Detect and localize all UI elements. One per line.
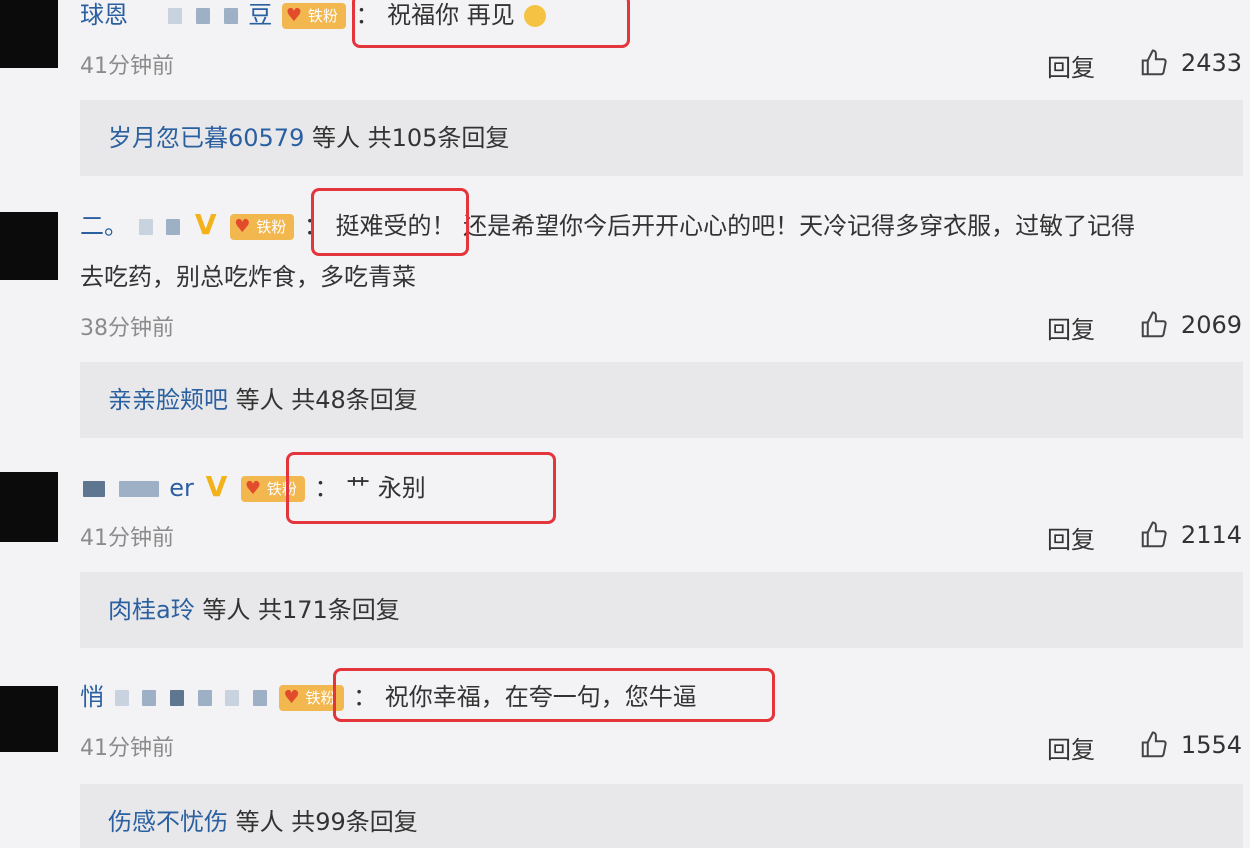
avatar[interactable] (0, 686, 58, 752)
reply-names[interactable]: 伤感不忧伤 (108, 808, 228, 836)
comment-time: 38分钟前 (80, 316, 174, 341)
reply-button[interactable]: 回复 (1047, 48, 1095, 83)
like-count: 1554 (1180, 731, 1242, 759)
like-count: 2433 (1180, 49, 1242, 77)
avatar[interactable] (0, 212, 58, 280)
blurred-username (195, 8, 210, 24)
blurred-username (118, 481, 159, 497)
reply-summary[interactable]: 岁月忽已暮60579 等人 共105条回复 (80, 100, 1243, 176)
avatar[interactable] (0, 0, 58, 68)
comment-text-line2: 去吃药，别总吃炸食，多吃青菜 (80, 263, 416, 291)
like-button[interactable]: 2069 (1139, 310, 1242, 340)
verified-badge: V (194, 208, 217, 241)
username[interactable]: 球恩 (80, 1, 128, 29)
reply-count: 等人 共99条回复 (235, 808, 418, 836)
highlight-box (286, 452, 556, 524)
like-button[interactable]: 2114 (1139, 520, 1242, 550)
reply-button[interactable]: 回复 (1047, 310, 1095, 345)
fan-badge: 铁粉 (281, 3, 346, 29)
blurred-username (114, 690, 129, 706)
highlight-box (311, 188, 469, 256)
comment-meta: 41分钟前 回复 2433 (80, 48, 1250, 82)
reply-count: 等人 共171条回复 (202, 596, 400, 624)
comment-time: 41分钟前 (80, 526, 174, 551)
like-button[interactable]: 1554 (1139, 730, 1242, 760)
comment-header: 二。 V 铁粉 ： 挺难受的！ 还是希望你今后开开心心的吧！天冷记得多穿衣服，过… (80, 210, 1135, 241)
reply-names[interactable]: 亲亲脸颊吧 (108, 386, 228, 414)
thumbs-up-icon (1141, 731, 1167, 758)
blurred-username (166, 219, 181, 235)
like-count: 2069 (1180, 311, 1242, 339)
reply-names[interactable]: 岁月忽已暮60579 (108, 124, 304, 152)
comment-text: 还是希望你今后开开心心的吧！天冷记得多穿衣服，过敏了记得 (463, 212, 1136, 240)
verified-badge: V (205, 470, 228, 503)
blurred-username (168, 8, 183, 24)
blurred-username (142, 690, 157, 706)
reply-summary[interactable]: 伤感不忧伤 等人 共99条回复 (80, 784, 1243, 848)
blurred-username (197, 690, 212, 706)
like-count: 2114 (1180, 521, 1242, 549)
comment-meta: 41分钟前 回复 2114 (80, 520, 1250, 554)
blurred-username (223, 8, 238, 24)
username-suffix[interactable]: er (169, 474, 194, 502)
reply-button[interactable]: 回复 (1047, 520, 1095, 555)
comment-meta: 41分钟前 回复 1554 (80, 730, 1250, 764)
highlight-box (352, 0, 630, 48)
blurred-username (83, 481, 105, 497)
highlight-box (333, 668, 775, 722)
reply-names[interactable]: 肉桂a玲 (108, 596, 195, 624)
thumbs-up-icon (1141, 311, 1167, 338)
blurred-username (138, 219, 153, 235)
comment-meta: 38分钟前 回复 2069 (80, 310, 1250, 344)
comment-time: 41分钟前 (80, 736, 174, 761)
like-button[interactable]: 2433 (1139, 48, 1242, 78)
reply-summary[interactable]: 亲亲脸颊吧 等人 共48条回复 (80, 362, 1243, 438)
username-suffix[interactable]: 豆 (248, 1, 272, 29)
reply-count: 等人 共48条回复 (235, 386, 418, 414)
reply-count: 等人 共105条回复 (312, 124, 510, 152)
thumbs-up-icon (1141, 521, 1167, 548)
fan-badge: 铁粉 (230, 214, 295, 240)
blurred-username (169, 690, 184, 706)
blurred-username (252, 690, 267, 706)
comment-feed: 球恩 豆 铁粉 ： 祝福你 再见 41分钟前 回复 2433 岁月忽已暮6057… (0, 0, 1250, 848)
reply-summary[interactable]: 肉桂a玲 等人 共171条回复 (80, 572, 1243, 648)
thumbs-up-icon (1141, 49, 1167, 76)
username[interactable]: 二。 (80, 212, 128, 240)
username[interactable]: 悄 (80, 683, 104, 711)
blurred-username (225, 690, 240, 706)
avatar[interactable] (0, 472, 58, 542)
reply-button[interactable]: 回复 (1047, 730, 1095, 765)
comment-time: 41分钟前 (80, 54, 174, 79)
